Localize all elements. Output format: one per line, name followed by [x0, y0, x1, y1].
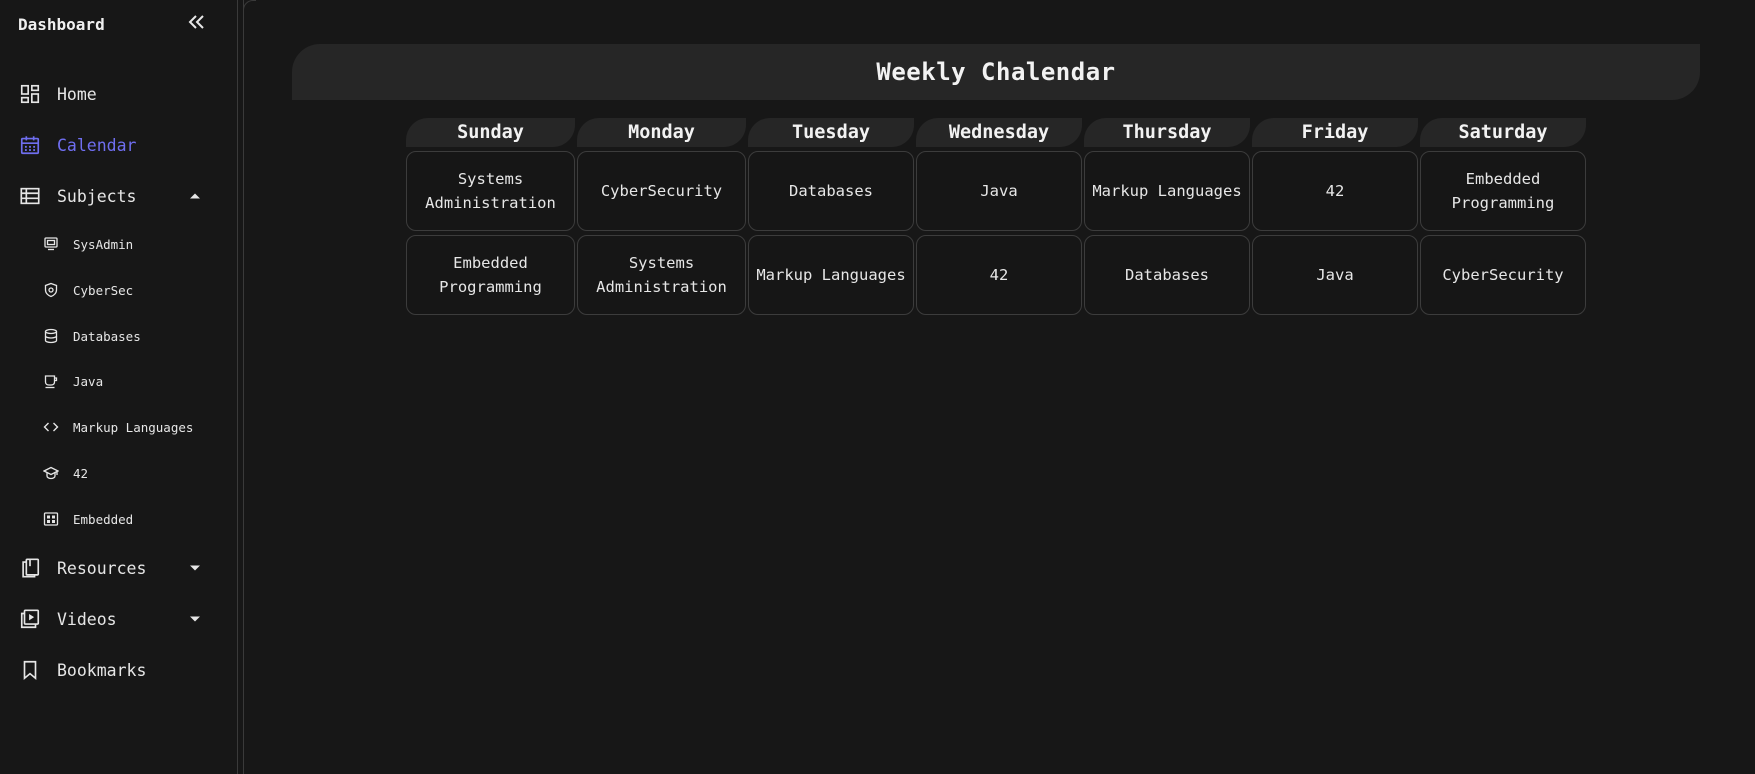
sidebar-subitem-embedded[interactable]: Embedded [0, 502, 236, 536]
sidebar-item-calendar[interactable]: Calendar [0, 125, 236, 165]
sidebar-item-label: Home [57, 84, 97, 104]
shield-icon [42, 281, 60, 299]
sidebar-item-subjects[interactable]: Subjects [0, 176, 236, 216]
day-header-sunday: Sunday [406, 118, 575, 147]
calendar-title-bar: Weekly Chalendar [292, 44, 1700, 100]
video-icon [19, 608, 41, 630]
bookmark-icon [19, 659, 41, 681]
sidebar-item-home[interactable]: Home [0, 74, 236, 114]
sidebar-item-resources[interactable]: Resources [0, 548, 236, 588]
day-header-tuesday: Tuesday [748, 118, 914, 147]
calendar-cell[interactable]: CyberSecurity [577, 151, 746, 231]
sidebar-subitem-label: Embedded [73, 511, 134, 527]
sidebar-subitem-label: Databases [73, 328, 141, 344]
collapse-sidebar-button[interactable] [186, 10, 206, 34]
code-icon [42, 418, 60, 436]
sidebar-subitem-databases[interactable]: Databases [0, 319, 236, 353]
calendar-cell[interactable]: Databases [748, 151, 914, 231]
sidebar-subitem-label: SysAdmin [73, 236, 134, 252]
sidebar-subitem-label: Markup Languages [73, 419, 194, 435]
calendar-cell[interactable]: Java [916, 151, 1082, 231]
server-icon [42, 235, 60, 253]
calendar-cell[interactable]: Systems Administration [577, 235, 746, 315]
calendar-cell[interactable]: Embedded Programming [1420, 151, 1586, 231]
calendar-icon [19, 134, 41, 156]
sidebar-subitem-label: 42 [73, 465, 89, 481]
dashboard-icon [19, 83, 41, 105]
chip-icon [42, 510, 60, 528]
database-icon [42, 327, 60, 345]
chevrons-left-icon [188, 15, 204, 29]
calendar-cell[interactable]: CyberSecurity [1420, 235, 1586, 315]
day-header-monday: Monday [577, 118, 746, 147]
sidebar-subitem-java[interactable]: Java [0, 364, 236, 398]
sidebar-item-label: Calendar [57, 135, 137, 155]
caret-down-icon [190, 616, 200, 622]
calendar-cell[interactable]: Embedded Programming [406, 235, 575, 315]
sidebar-item-label: Resources [57, 558, 147, 578]
day-header-thursday: Thursday [1084, 118, 1250, 147]
table-icon [19, 185, 41, 207]
calendar-cell[interactable]: Databases [1084, 235, 1250, 315]
calendar-cell[interactable]: 42 [1252, 151, 1418, 231]
sidebar-title: Dashboard [18, 15, 105, 34]
sidebar-item-videos[interactable]: Videos [0, 599, 236, 639]
calendar-cell[interactable]: Markup Languages [1084, 151, 1250, 231]
sidebar-subitem-label: CyberSec [73, 282, 134, 298]
content-border-corner [243, 0, 256, 11]
sidebar-subitem-42[interactable]: 42 [0, 456, 236, 490]
day-header-friday: Friday [1252, 118, 1418, 147]
calendar-cell[interactable]: 42 [916, 235, 1082, 315]
sidebar-item-label: Subjects [57, 186, 137, 206]
sidebar-subitem-label: Java [73, 373, 104, 389]
day-header-saturday: Saturday [1420, 118, 1586, 147]
content-border [243, 0, 244, 774]
coffee-icon [42, 372, 60, 390]
page-title: Weekly Chalendar [876, 58, 1116, 86]
calendar-cell[interactable]: Markup Languages [748, 235, 914, 315]
sidebar-item-label: Bookmarks [57, 660, 147, 680]
sidebar-subitem-markup-languages[interactable]: Markup Languages [0, 410, 236, 444]
sidebar-subitem-cybersec[interactable]: CyberSec [0, 273, 236, 307]
caret-up-icon [190, 193, 200, 199]
book-icon [19, 557, 41, 579]
sidebar-subitem-sysadmin[interactable]: SysAdmin [0, 227, 236, 261]
sidebar-item-label: Videos [57, 609, 117, 629]
calendar-cell[interactable]: Systems Administration [406, 151, 575, 231]
sidebar: Dashboard Home Calendar Subjects SysAdmi… [0, 0, 238, 774]
calendar-cell[interactable]: Java [1252, 235, 1418, 315]
sidebar-item-bookmarks[interactable]: Bookmarks [0, 650, 236, 690]
caret-down-icon [190, 565, 200, 571]
day-header-wednesday: Wednesday [916, 118, 1082, 147]
graduation-cap-icon [42, 464, 60, 482]
